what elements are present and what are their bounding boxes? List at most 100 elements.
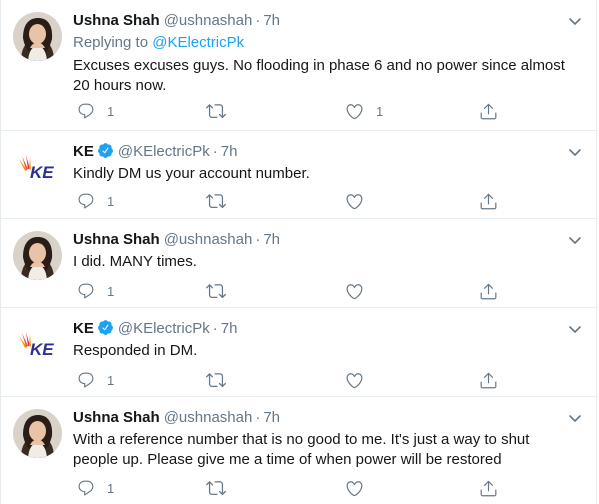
replying-to: Replying to @KElectricPk xyxy=(73,32,244,54)
author-name[interactable]: Ushna Shah xyxy=(73,409,160,426)
author-handle[interactable]: @ushnashah xyxy=(164,409,253,426)
chevron-down-icon[interactable] xyxy=(568,322,582,340)
reply-count: 1 xyxy=(107,372,115,388)
author-handle[interactable]: @KElectricPk xyxy=(118,143,210,160)
reply-button[interactable]: 1 xyxy=(77,478,114,498)
chevron-down-icon[interactable] xyxy=(568,14,582,32)
author-name[interactable]: KE xyxy=(73,320,94,337)
tweet-time[interactable]: 7h xyxy=(221,143,238,160)
retweet-icon xyxy=(206,101,226,121)
tweet-text: Kindly DM us your account number. xyxy=(73,165,310,182)
share-icon xyxy=(479,479,498,498)
reply-icon xyxy=(77,371,95,389)
retweet-icon xyxy=(206,191,226,211)
ke-logo-text: KE xyxy=(30,163,54,182)
retweet-button[interactable] xyxy=(206,191,238,211)
reply-button[interactable]: 1 xyxy=(77,191,114,211)
author-name[interactable]: Ushna Shah xyxy=(73,231,160,248)
tweet[interactable]: KE KE @KElectricPk · 7h Responded in DM. 1 xyxy=(1,308,598,397)
share-icon xyxy=(479,192,498,211)
author-handle[interactable]: @ushnashah xyxy=(164,12,253,29)
share-button[interactable] xyxy=(479,478,498,498)
like-count: 1 xyxy=(376,103,384,119)
tweet-thread: Ushna Shah @ushnashah · 7h Replying to @KEl… xyxy=(0,0,598,504)
share-icon xyxy=(479,282,498,301)
ke-logo-avatar[interactable]: KE xyxy=(13,320,62,369)
share-icon xyxy=(479,102,498,121)
heart-icon xyxy=(345,282,364,301)
tweet[interactable]: Ushna Shah @ushnashah · 7h With a reference… xyxy=(1,397,598,504)
like-button[interactable] xyxy=(345,370,376,390)
reply-count: 1 xyxy=(107,283,115,299)
author-name[interactable]: KE xyxy=(73,143,94,160)
heart-icon xyxy=(345,102,364,121)
avatar[interactable] xyxy=(13,12,62,61)
tweet-time[interactable]: 7h xyxy=(263,231,280,248)
reply-icon xyxy=(77,192,95,210)
separator-dot: · xyxy=(255,12,261,29)
like-button[interactable] xyxy=(345,191,376,211)
retweet-icon xyxy=(206,281,226,301)
reply-icon xyxy=(77,282,95,300)
separator-dot: · xyxy=(212,320,218,337)
tweet[interactable]: KE KE @KElectricPk · 7h Kindly DM us your a… xyxy=(1,131,598,219)
separator-dot: · xyxy=(212,143,218,160)
author-name[interactable]: Ushna Shah xyxy=(73,12,160,29)
author-handle[interactable]: @ushnashah xyxy=(164,231,253,248)
like-button[interactable] xyxy=(345,478,376,498)
verified-badge-icon xyxy=(97,319,114,343)
replying-prefix: Replying to xyxy=(73,34,149,51)
tweet-actions: 1 xyxy=(73,370,513,390)
share-button[interactable] xyxy=(479,101,498,121)
reply-button[interactable]: 1 xyxy=(77,370,114,390)
tweet-header: KE @KElectricPk · 7h xyxy=(73,141,237,163)
reply-count: 1 xyxy=(107,193,115,209)
share-button[interactable] xyxy=(479,370,498,390)
retweet-button[interactable] xyxy=(206,478,238,498)
tweet[interactable]: Ushna Shah @ushnashah · 7h Replying to @KEl… xyxy=(1,0,598,131)
tweet-actions: 1 xyxy=(73,478,513,498)
share-button[interactable] xyxy=(479,191,498,211)
retweet-button[interactable] xyxy=(206,101,238,121)
tweet-time[interactable]: 7h xyxy=(263,12,280,29)
retweet-button[interactable] xyxy=(206,370,238,390)
tweet-header: Ushna Shah @ushnashah · 7h xyxy=(73,407,280,429)
chevron-down-icon[interactable] xyxy=(568,233,582,251)
reply-count: 1 xyxy=(107,480,115,496)
tweet[interactable]: Ushna Shah @ushnashah · 7h I did. MANY time… xyxy=(1,219,598,308)
avatar[interactable] xyxy=(13,409,62,458)
like-button[interactable] xyxy=(345,281,376,301)
avatar[interactable] xyxy=(13,231,62,280)
heart-icon xyxy=(345,371,364,390)
tweet-header: Ushna Shah @ushnashah · 7h xyxy=(73,10,280,32)
heart-icon xyxy=(345,479,364,498)
reply-button[interactable]: 1 xyxy=(77,281,114,301)
chevron-down-icon[interactable] xyxy=(568,145,582,163)
reply-icon xyxy=(77,102,95,120)
replying-to-link[interactable]: @KElectricPk xyxy=(152,34,244,51)
heart-icon xyxy=(345,192,364,211)
like-button[interactable]: 1 xyxy=(345,101,383,121)
reply-count: 1 xyxy=(107,103,115,119)
tweet-actions: 1 xyxy=(73,281,513,301)
share-icon xyxy=(479,371,498,390)
ke-logo-avatar[interactable]: KE xyxy=(13,143,62,192)
ke-logo-text: KE xyxy=(30,340,54,359)
tweet-actions: 1 xyxy=(73,191,513,211)
retweet-button[interactable] xyxy=(206,281,238,301)
separator-dot: · xyxy=(255,409,261,426)
tweet-text: Excuses excuses guys. No flooding in pha… xyxy=(73,57,565,94)
author-handle[interactable]: @KElectricPk xyxy=(118,320,210,337)
chevron-down-icon[interactable] xyxy=(568,411,582,429)
tweet-text: Responded in DM. xyxy=(73,342,198,359)
tweet-header: KE @KElectricPk · 7h xyxy=(73,318,237,340)
tweet-actions: 1 1 xyxy=(73,101,513,121)
separator-dot: · xyxy=(255,231,261,248)
tweet-text: With a reference number that is no good … xyxy=(73,431,530,468)
reply-button[interactable]: 1 xyxy=(77,101,114,121)
tweet-time[interactable]: 7h xyxy=(221,320,238,337)
tweet-time[interactable]: 7h xyxy=(263,409,280,426)
tweet-header: Ushna Shah @ushnashah · 7h xyxy=(73,229,280,251)
reply-icon xyxy=(77,479,95,497)
share-button[interactable] xyxy=(479,281,498,301)
